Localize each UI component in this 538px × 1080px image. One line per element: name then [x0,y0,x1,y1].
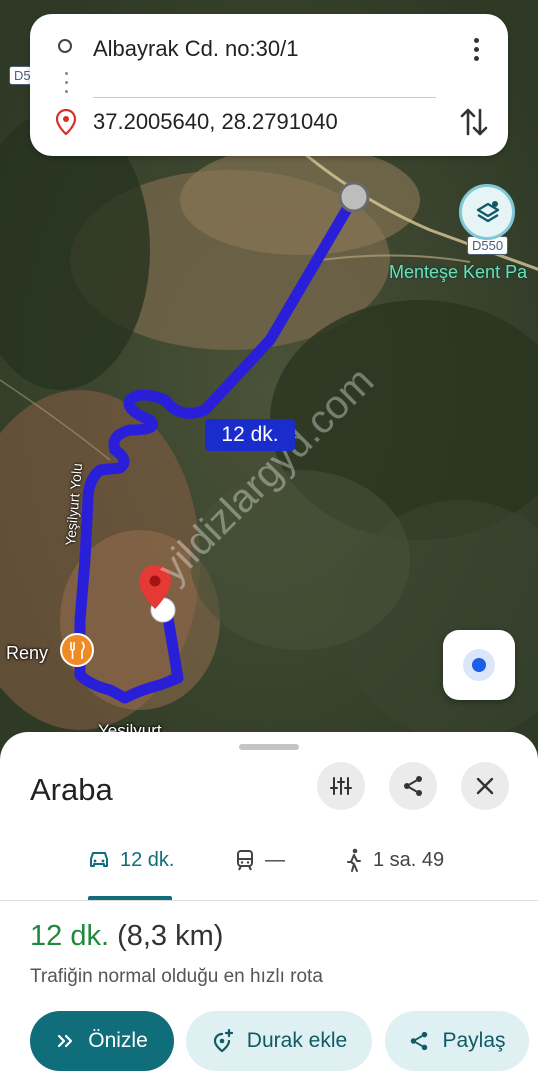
close-icon [476,777,494,795]
sliders-icon [330,777,352,795]
walk-icon [347,848,361,872]
route-options-button[interactable] [317,762,365,810]
add-stop-icon [213,1029,233,1053]
add-stop-button-label: Durak ekle [246,1029,348,1052]
map-view[interactable]: D55 D550 Menteşe Kent Pa Yeşilyurt Yolu … [0,0,538,780]
more-options-icon[interactable] [474,38,480,62]
share-icon [404,776,422,796]
restaurant-marker-icon [60,633,94,667]
bottom-sheet: Araba 12 dk. — 1 sa. 49 12 dk. (8,3 km) … [0,732,538,1080]
place-label-mentese: Menteşe Kent Pa [389,262,528,282]
route-dots-icon [64,72,68,108]
travel-mode-title: Araba [30,772,113,807]
tab-walk[interactable]: 1 sa. 49 [345,847,444,873]
location-pin-icon [55,109,77,135]
tab-transit-label: — [265,848,285,871]
share-button-label: Paylaş [442,1029,506,1052]
route-input-card: Albayrak Cd. no:30/1 37.2005640, 28.2791… [30,14,508,156]
my-location-button[interactable] [443,630,515,700]
preview-button[interactable]: Önizle [30,1011,174,1071]
origin-circle-icon [58,39,72,53]
preview-button-label: Önizle [88,1029,148,1052]
summary-distance: (8,3 km) [117,920,224,952]
swap-icon[interactable] [458,104,490,140]
summary-time: 12 dk. [30,920,109,952]
double-chevron-icon [58,1034,73,1048]
car-icon [90,852,108,867]
route-eta-badge[interactable]: 12 dk. [205,419,295,451]
share-icon [411,1031,428,1051]
origin-field[interactable]: Albayrak Cd. no:30/1 [93,36,298,62]
layers-icon [476,201,500,223]
tab-walk-label: 1 sa. 49 [373,848,445,871]
tab-car[interactable]: 12 dk. [88,847,174,873]
tab-transit[interactable]: — [235,847,285,873]
destination-field[interactable]: 37.2005640, 28.2791040 [93,109,338,135]
tabs-divider [0,900,538,901]
share-route-button[interactable] [389,762,437,810]
route-description: Trafiğin normal olduğu en hızlı rota [30,966,323,987]
drag-handle[interactable] [239,744,299,750]
tab-car-label: 12 dk. [120,848,175,871]
close-button[interactable] [461,762,509,810]
my-location-icon [463,649,495,681]
train-icon [237,850,253,871]
add-stop-button[interactable]: Durak ekle [186,1011,372,1071]
origin-marker [338,181,370,213]
route-summary: 12 dk. (8,3 km) [30,920,223,953]
layers-button[interactable] [459,184,515,240]
card-divider [93,97,436,98]
share-button[interactable]: Paylaş [385,1011,529,1071]
place-label-reny: Reny [6,643,49,663]
